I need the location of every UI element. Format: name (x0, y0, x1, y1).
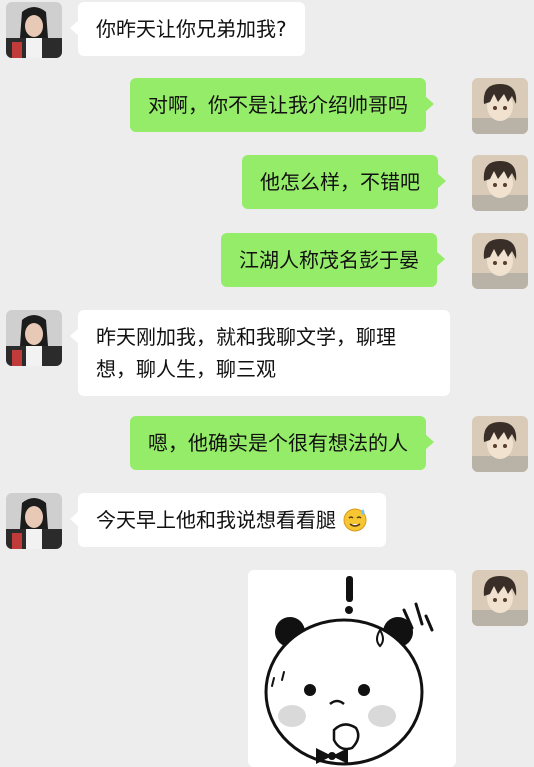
user-avatar[interactable] (472, 416, 528, 472)
chat-conversation: 你昨天让你兄弟加我? 对啊，你不是让我介绍帅哥吗 他怎么样，不错吧 江湖人称茂名… (0, 0, 534, 767)
anime-boy-portrait-icon (472, 416, 528, 472)
message-bubble[interactable]: 他怎么样，不错吧 (242, 155, 446, 209)
user-avatar[interactable] (472, 233, 528, 289)
woman-portrait-icon (6, 493, 62, 549)
sticker-message[interactable] (248, 570, 456, 767)
message-text: 你昨天让你兄弟加我? (96, 17, 287, 41)
shocked-bear-sticker-icon (248, 570, 456, 767)
user-avatar[interactable] (472, 78, 528, 134)
woman-portrait-icon (6, 310, 62, 366)
user-avatar[interactable] (472, 155, 528, 211)
message-text: 嗯，他确实是个很有想法的人 (148, 431, 408, 455)
message-text: 江湖人称茂名彭于晏 (239, 248, 419, 272)
nervous-sweat-face-emoji-icon (343, 508, 367, 532)
message-text: 对啊，你不是让我介绍帅哥吗 (148, 93, 408, 117)
anime-boy-portrait-icon (472, 570, 528, 626)
message-bubble[interactable]: 对啊，你不是让我介绍帅哥吗 (130, 78, 434, 132)
woman-portrait-icon (6, 2, 62, 58)
contact-avatar[interactable] (6, 310, 62, 366)
anime-boy-portrait-icon (472, 78, 528, 134)
message-text: 今天早上他和我说想看看腿 (96, 508, 336, 532)
message-text: 他怎么样，不错吧 (260, 170, 420, 194)
contact-avatar[interactable] (6, 2, 62, 58)
message-bubble[interactable]: 今天早上他和我说想看看腿 (69, 493, 387, 547)
anime-boy-portrait-icon (472, 155, 528, 211)
message-bubble[interactable]: 江湖人称茂名彭于晏 (221, 233, 445, 287)
message-text: 昨天刚加我，就和我聊文学，聊理想，聊人生，聊三观 (96, 325, 396, 381)
message-bubble[interactable]: 昨天刚加我，就和我聊文学，聊理想，聊人生，聊三观 (70, 310, 450, 396)
user-avatar[interactable] (472, 570, 528, 626)
message-bubble[interactable]: 你昨天让你兄弟加我? (70, 2, 305, 56)
anime-boy-portrait-icon (472, 233, 528, 289)
message-bubble[interactable]: 嗯，他确实是个很有想法的人 (130, 416, 434, 470)
contact-avatar[interactable] (6, 493, 62, 549)
